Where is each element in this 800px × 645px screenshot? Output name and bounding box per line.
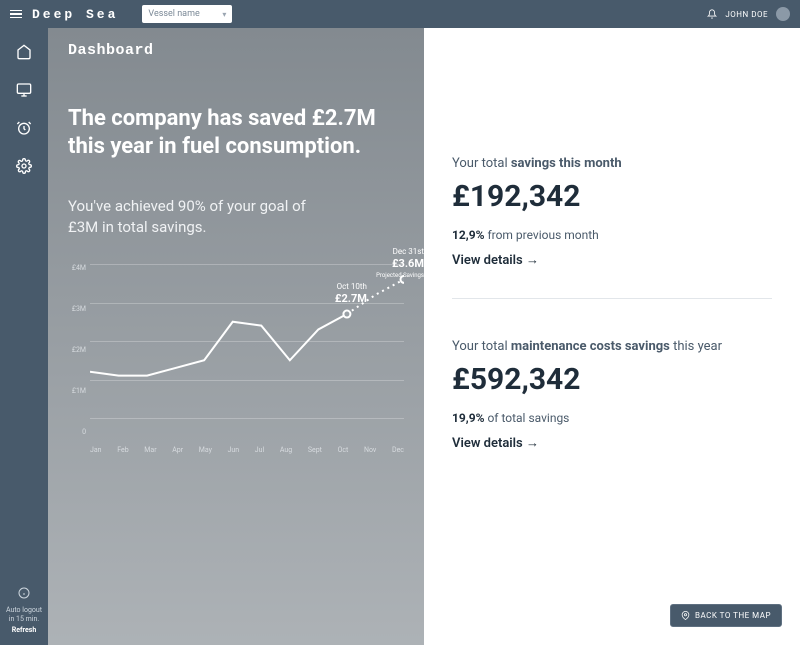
chart-x-tick: Apr [172,446,183,454]
vessel-select-label: Vessel name [148,9,199,19]
back-to-map-label: BACK TO THE MAP [695,611,771,620]
chart-area: Jan Feb Mar Apr May Jun Jul Aug Sept Oct Nov DecOct… [90,264,404,454]
metric-month-delta: 12,9% from previous month [452,228,772,242]
chart-x-tick: Jun [228,446,240,454]
avatar[interactable] [776,7,790,21]
user-name: JOHN DOE [725,10,768,19]
content: Dashboard The company has saved £2.7M th… [48,28,800,645]
chart-y-axis: £4M £3M £2M £1M 0 [68,264,90,454]
metric-month-label: Your total savings this month [452,156,772,171]
divider [452,298,772,299]
savings-chart: £4M £3M £2M £1M 0 Jan Feb Mar Apr May Jun Jul Aug Se… [68,264,404,454]
monitor-icon[interactable] [16,82,32,98]
metric-year-delta: 19,9% of total savings [452,411,772,425]
chart-y-tick: £4M [68,264,86,272]
info-icon[interactable] [18,587,30,599]
sidebar: Auto logout in 15 min. Refresh [0,28,48,645]
metric-year-value: £592,342 [452,362,772,397]
chart-y-tick: £3M [68,305,86,313]
refresh-link[interactable]: Refresh [6,626,42,635]
metric-year: Your total maintenance costs savings thi… [452,339,772,451]
menu-icon[interactable] [10,10,22,19]
brand-logo: Deep Sea [32,7,118,22]
bell-icon[interactable] [707,9,717,19]
subhead: You've achieved 90% of your goal of £3M … [68,196,318,238]
vessel-select[interactable]: Vessel name ▾ [142,5,232,23]
settings-icon[interactable] [16,158,32,174]
back-to-map-button[interactable]: BACK TO THE MAP [670,604,782,627]
metric-month: Your total savings this month £192,342 1… [452,156,772,268]
chart-y-tick: 0 [68,428,86,436]
topbar: Deep Sea Vessel name ▾ JOHN DOE [0,0,800,28]
chart-svg [90,264,404,436]
home-icon[interactable] [16,44,32,60]
page-title: Dashboard [68,42,404,59]
chart-x-axis: Jan Feb Mar Apr May Jun Jul Aug Sept Oct Nov Dec [90,446,404,454]
chart-y-tick: £2M [68,346,86,354]
panel-left: Dashboard The company has saved £2.7M th… [48,28,424,645]
metric-year-label: Your total maintenance costs savings thi… [452,339,772,354]
metric-month-value: £192,342 [452,179,772,214]
chart-y-tick: £1M [68,387,86,395]
view-details-year[interactable]: View details → [452,435,772,451]
view-details-month[interactable]: View details → [452,252,772,268]
chart-x-tick: Nov [364,446,376,454]
app-root: Deep Sea Vessel name ▾ JOHN DOE [0,0,800,645]
sidebar-footer: Auto logout in 15 min. Refresh [6,587,42,645]
chart-x-tick: May [199,446,212,454]
chart-x-tick: Dec [392,446,404,454]
chevron-down-icon: ▾ [222,10,226,19]
chart-x-tick: Aug [280,446,292,454]
chart-x-tick: Jan [90,446,102,454]
alarm-icon[interactable] [16,120,32,136]
chart-x-tick: Jul [255,446,264,454]
chart-x-tick: Feb [117,446,128,454]
topbar-left: Deep Sea Vessel name ▾ [10,5,232,23]
pin-icon [681,611,690,620]
topbar-right: JOHN DOE [707,7,790,21]
chart-x-tick: Oct [338,446,349,454]
headline: The company has saved £2.7M this year in… [68,105,388,160]
body: Auto logout in 15 min. Refresh Dashboard… [0,28,800,645]
auto-logout-text: Auto logout in 15 min. [6,606,42,624]
chart-x-tick: Mar [144,446,156,454]
panel-right: Your total savings this month £192,342 1… [424,28,800,645]
chart-x-tick: Sept [308,446,322,454]
